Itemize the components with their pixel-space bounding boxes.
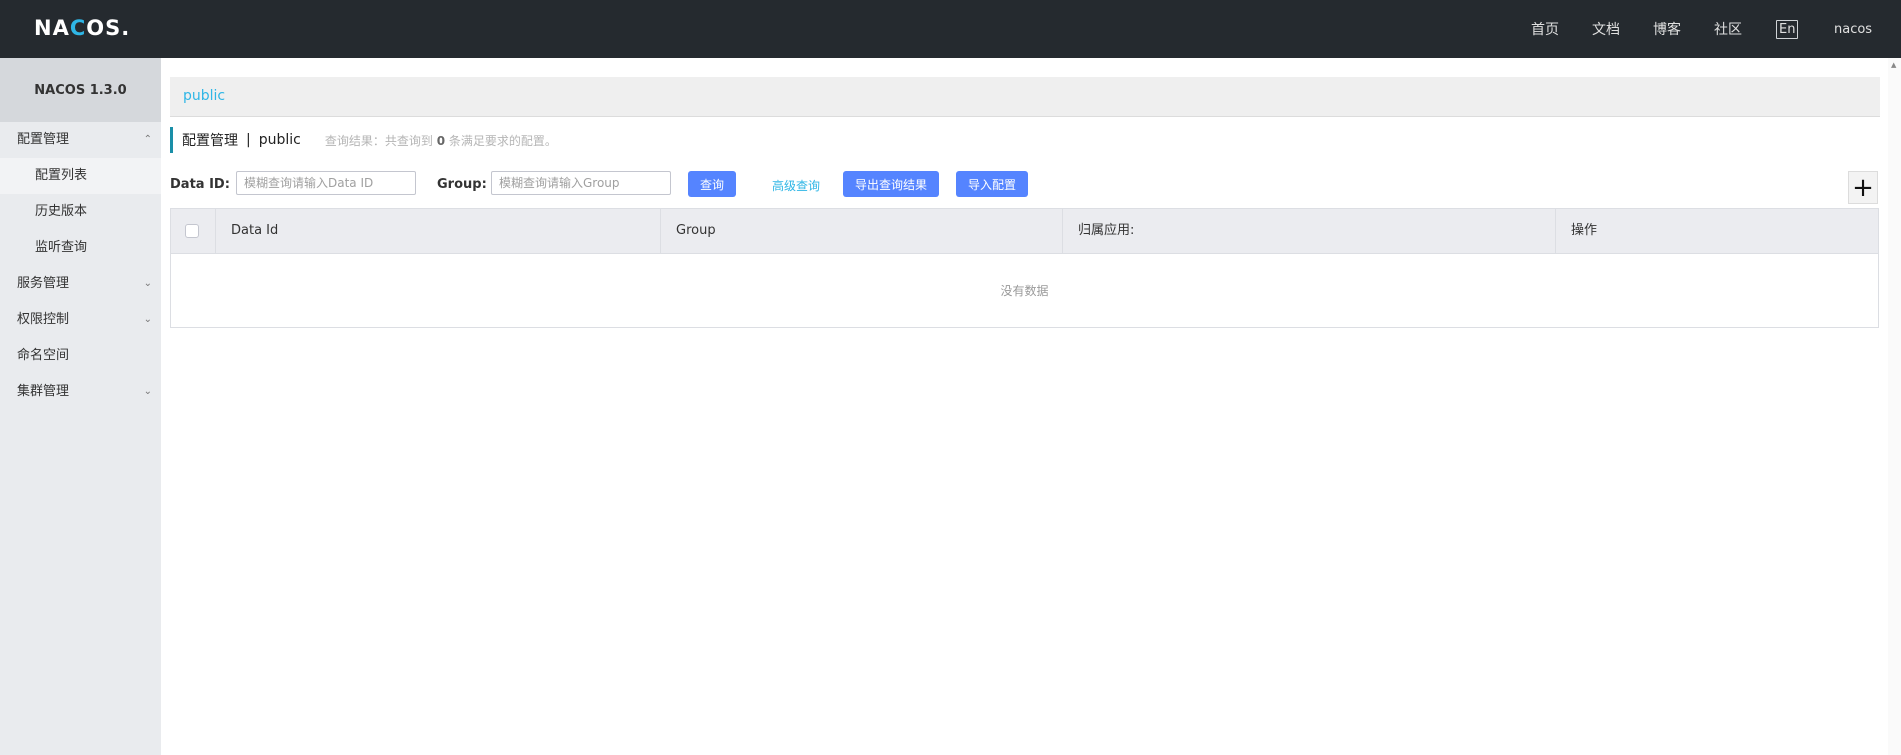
filter-row: Data ID: Group: 查询 高级查询 导出查询结果 导入配置 +: [170, 171, 1890, 204]
table-header: Data Id Group 归属应用: 操作: [171, 209, 1878, 254]
page-namespace: public: [258, 132, 301, 148]
sidebar-item-label: 权限控制: [17, 312, 70, 327]
chevron-up-icon: ⌃: [143, 134, 152, 145]
sidebar-item-label: 集群管理: [17, 384, 70, 399]
nav-community[interactable]: 社区: [1714, 19, 1742, 39]
query-button[interactable]: 查询: [688, 171, 737, 197]
chevron-down-icon: ⌄: [143, 278, 152, 289]
page-header: 配置管理 | public 查询结果：共查询到 0 条满足要求的配置。: [170, 127, 557, 153]
sidebar-item-config-management[interactable]: 配置管理 ⌃: [0, 122, 161, 158]
sidebar-item-label: 监听查询: [35, 240, 88, 255]
logo-text-right: OS.: [86, 16, 131, 40]
sidebar-item-listener-query[interactable]: 监听查询: [0, 230, 161, 266]
nav-docs[interactable]: 文档: [1592, 19, 1620, 39]
result-suffix: 条满足要求的配置。: [448, 133, 557, 148]
column-header-group[interactable]: Group: [661, 209, 1063, 253]
sidebar-item-label: 服务管理: [17, 276, 70, 291]
user-name[interactable]: nacos: [1834, 22, 1872, 37]
advanced-query-link[interactable]: 高级查询: [772, 177, 820, 194]
namespace-tab-public[interactable]: public: [183, 88, 225, 104]
sidebar-item-cluster-management[interactable]: 集群管理 ⌄: [0, 374, 161, 410]
sidebar-item-history[interactable]: 历史版本: [0, 194, 161, 230]
result-count: 0: [436, 133, 446, 148]
nacos-logo[interactable]: NACOS.: [34, 16, 130, 40]
sidebar-item-label: 配置管理: [17, 132, 70, 147]
nav-blog[interactable]: 博客: [1653, 19, 1681, 39]
column-header-actions: 操作: [1571, 223, 1598, 238]
top-header: NACOS. 首页 文档 博客 社区 En nacos: [0, 0, 1901, 58]
nav-home[interactable]: 首页: [1531, 19, 1559, 39]
page-title: 配置管理: [182, 133, 238, 149]
chevron-down-icon: ⌄: [143, 386, 152, 397]
scroll-up-arrow-icon[interactable]: ▲: [1891, 61, 1896, 69]
sidebar-item-label: 配置列表: [35, 168, 88, 183]
sidebar: NACOS 1.3.0 配置管理 ⌃ 配置列表 历史版本 监听查询 服务管理 ⌄…: [0, 58, 161, 755]
plus-icon: +: [1852, 172, 1874, 203]
namespace-bar: public: [170, 77, 1880, 117]
result-prefix: 查询结果：共查询到: [324, 133, 433, 148]
select-all-cell: [171, 209, 216, 253]
sidebar-item-config-list[interactable]: 配置列表: [0, 158, 161, 194]
add-config-button[interactable]: +: [1848, 171, 1878, 204]
chevron-down-icon: ⌄: [143, 314, 152, 325]
vertical-scrollbar[interactable]: ▲: [1888, 58, 1901, 755]
sidebar-title: NACOS 1.3.0: [0, 58, 161, 122]
sidebar-item-label: 命名空间: [17, 348, 70, 363]
query-result-text: 查询结果：共查询到 0 条满足要求的配置。: [325, 132, 557, 149]
column-header-app[interactable]: 归属应用:: [1063, 209, 1556, 253]
sidebar-item-namespace[interactable]: 命名空间: [0, 338, 161, 374]
empty-state-text: 没有数据: [1000, 283, 1049, 298]
select-all-checkbox[interactable]: [185, 224, 199, 238]
group-input[interactable]: [491, 171, 671, 195]
sidebar-item-label: 历史版本: [35, 204, 88, 219]
import-config-button[interactable]: 导入配置: [956, 171, 1029, 197]
logo-text-accent: C: [69, 16, 87, 40]
sidebar-item-access-control[interactable]: 权限控制 ⌄: [0, 302, 161, 338]
export-results-button[interactable]: 导出查询结果: [843, 171, 940, 197]
sidebar-item-service-management[interactable]: 服务管理 ⌄: [0, 266, 161, 302]
config-table: Data Id Group 归属应用: 操作 没有数据: [170, 208, 1879, 328]
sidebar-menu: 配置管理 ⌃ 配置列表 历史版本 监听查询 服务管理 ⌄ 权限控制 ⌄ 命名空间…: [0, 122, 161, 410]
dataid-input[interactable]: [236, 171, 416, 195]
column-header-data-id[interactable]: Data Id: [216, 209, 661, 253]
dataid-label: Data ID:: [170, 177, 230, 192]
main-content: public 配置管理 | public 查询结果：共查询到 0 条满足要求的配…: [161, 58, 1901, 755]
language-switch-button[interactable]: En: [1776, 19, 1799, 39]
title-separator: |: [246, 132, 251, 148]
group-label: Group:: [437, 177, 487, 192]
logo-text-left: NA: [34, 16, 70, 40]
